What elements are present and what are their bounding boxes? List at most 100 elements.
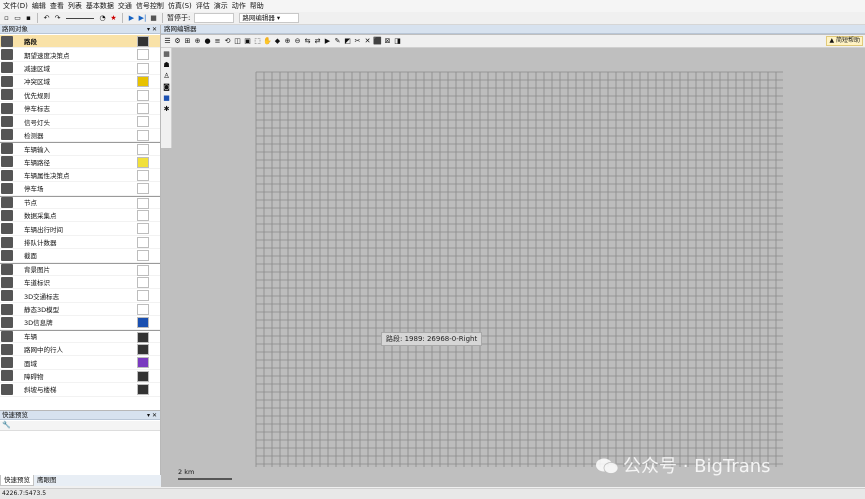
network-object-row[interactable]: 期望速度决策点 bbox=[0, 48, 160, 62]
preview-tab[interactable]: 快速预览 bbox=[0, 475, 34, 486]
network-object-row[interactable]: 面域 bbox=[0, 356, 160, 370]
network-object-row[interactable]: 信号灯头 bbox=[0, 115, 160, 129]
new-file-icon[interactable]: ▫ bbox=[2, 14, 11, 23]
preview-tab[interactable]: 鹰眼图 bbox=[34, 475, 60, 486]
editor-tool-icon[interactable]: ⇆ bbox=[303, 37, 312, 46]
walk-side-icon[interactable]: ♙ bbox=[162, 72, 171, 81]
object-color-swatch[interactable] bbox=[137, 277, 149, 289]
clock-icon[interactable]: ◔ bbox=[98, 14, 107, 23]
menu-item[interactable]: 交通 bbox=[116, 1, 134, 11]
star-icon[interactable]: ★ bbox=[109, 14, 118, 23]
object-color-swatch[interactable] bbox=[137, 116, 149, 128]
network-object-row[interactable]: 车辆出行时间 bbox=[0, 222, 160, 236]
network-object-row[interactable]: 车辆路径 bbox=[0, 156, 160, 169]
object-color-swatch[interactable] bbox=[137, 76, 149, 88]
network-object-row[interactable]: 车道标识 bbox=[0, 276, 160, 290]
editor-tool-icon[interactable]: ◩ bbox=[343, 37, 352, 46]
pin-icon[interactable]: ▾ ✕ bbox=[147, 25, 157, 34]
menu-item[interactable]: 仿真(S) bbox=[166, 1, 194, 11]
object-color-swatch[interactable] bbox=[137, 156, 149, 168]
object-color-swatch[interactable] bbox=[137, 169, 149, 181]
editor-tool-icon[interactable]: ✋ bbox=[263, 37, 272, 46]
menu-item[interactable]: 基本数据 bbox=[84, 1, 116, 11]
network-object-row[interactable]: 优先规则 bbox=[0, 89, 160, 102]
stop-icon[interactable]: ■ bbox=[149, 14, 158, 23]
object-color-swatch[interactable] bbox=[137, 129, 149, 141]
undo-icon[interactable]: ↶ bbox=[42, 14, 51, 23]
editor-tool-icon[interactable]: ⊠ bbox=[383, 37, 392, 46]
editor-tool-icon[interactable]: ⊖ bbox=[293, 37, 302, 46]
menu-item[interactable]: 演示 bbox=[212, 1, 230, 11]
object-color-swatch[interactable] bbox=[137, 223, 149, 235]
object-color-swatch[interactable] bbox=[137, 102, 149, 114]
editor-tool-icon[interactable]: ⬛ bbox=[373, 37, 382, 46]
wrench-icon[interactable]: 🔧 bbox=[2, 421, 11, 429]
menu-item[interactable]: 信号控制 bbox=[134, 1, 166, 11]
network-object-row[interactable]: 静态3D模型 bbox=[0, 303, 160, 317]
network-object-row[interactable]: 3D交通标志 bbox=[0, 289, 160, 303]
network-object-row[interactable]: 停车场 bbox=[0, 182, 160, 196]
object-color-swatch[interactable] bbox=[137, 144, 149, 156]
object-color-swatch[interactable] bbox=[137, 250, 149, 262]
network-object-row[interactable]: 斜坡与楼梯 bbox=[0, 383, 160, 397]
editor-tool-icon[interactable]: ⟲ bbox=[223, 37, 232, 46]
network-object-row[interactable]: 减速区域 bbox=[0, 62, 160, 76]
pause-at-field[interactable] bbox=[194, 13, 235, 23]
editor-tool-icon[interactable]: ⇄ bbox=[313, 37, 322, 46]
network-object-row[interactable]: 车辆属性决策点 bbox=[0, 169, 160, 183]
menu-item[interactable]: 文件(D) bbox=[1, 1, 30, 11]
menu-item[interactable]: 帮助 bbox=[248, 1, 266, 11]
object-color-swatch[interactable] bbox=[137, 384, 149, 396]
menu-item[interactable]: 编辑 bbox=[30, 1, 48, 11]
network-object-row[interactable]: 车辆 bbox=[0, 329, 160, 343]
network-object-row[interactable]: 截面 bbox=[0, 249, 160, 263]
object-color-swatch[interactable] bbox=[137, 303, 149, 315]
menu-item[interactable]: 列表 bbox=[66, 1, 84, 11]
editor-tool-icon[interactable]: ✎ bbox=[333, 37, 342, 46]
editor-tool-icon[interactable]: ✂ bbox=[353, 37, 362, 46]
editor-tool-icon[interactable]: ⊕ bbox=[283, 37, 292, 46]
pedestrian-side-icon[interactable]: ☗ bbox=[162, 61, 171, 70]
camera-side-icon[interactable]: ◙ bbox=[162, 83, 171, 92]
object-color-swatch[interactable] bbox=[137, 210, 149, 222]
object-color-swatch[interactable] bbox=[137, 89, 149, 101]
object-color-swatch[interactable] bbox=[137, 317, 149, 329]
editor-tool-icon[interactable]: ✕ bbox=[363, 37, 372, 46]
editor-tool-icon[interactable]: ◫ bbox=[233, 37, 242, 46]
object-color-swatch[interactable] bbox=[137, 236, 149, 248]
network-object-row[interactable]: 节点 bbox=[0, 195, 160, 210]
network-object-row[interactable]: 3D信息牌 bbox=[0, 316, 160, 330]
object-color-swatch[interactable] bbox=[137, 197, 149, 209]
object-color-swatch[interactable] bbox=[137, 343, 149, 355]
editor-tool-icon[interactable]: ● bbox=[203, 37, 212, 46]
mode-select[interactable]: 路网编辑器 ▾ bbox=[239, 13, 300, 23]
editor-tool-icon[interactable]: ◆ bbox=[273, 37, 282, 46]
menu-item[interactable]: 动作 bbox=[230, 1, 248, 11]
object-color-swatch[interactable] bbox=[137, 183, 149, 195]
network-object-row[interactable]: 检测器 bbox=[0, 129, 160, 143]
editor-tool-icon[interactable]: ⊕ bbox=[193, 37, 202, 46]
editor-tool-icon[interactable]: ⊞ bbox=[183, 37, 192, 46]
open-folder-icon[interactable]: ▭ bbox=[13, 14, 22, 23]
network-object-row[interactable]: 数据采集点 bbox=[0, 209, 160, 223]
object-color-swatch[interactable] bbox=[137, 331, 149, 343]
menu-item[interactable]: 查看 bbox=[48, 1, 66, 11]
editor-tool-icon[interactable]: ⚙ bbox=[173, 37, 182, 46]
object-color-swatch[interactable] bbox=[137, 357, 149, 369]
editor-tool-icon[interactable]: ≡ bbox=[213, 37, 222, 46]
object-color-swatch[interactable] bbox=[137, 290, 149, 302]
zoom-slider[interactable] bbox=[66, 17, 94, 19]
step-icon[interactable]: ▶| bbox=[138, 14, 147, 23]
object-color-swatch[interactable] bbox=[137, 49, 149, 61]
editor-tool-icon[interactable]: ▣ bbox=[243, 37, 252, 46]
pin-icon[interactable]: ▾ ✕ bbox=[147, 411, 157, 420]
network-object-row[interactable]: 背景图片 bbox=[0, 262, 160, 277]
menu-item[interactable]: 评估 bbox=[194, 1, 212, 11]
editor-tool-icon[interactable]: ⬚ bbox=[253, 37, 262, 46]
short-help-button[interactable]: ▲ 简短帮助 bbox=[826, 36, 863, 46]
network-objects-side-icon[interactable]: ▦ bbox=[162, 50, 171, 59]
network-object-row[interactable]: 路网中的行人 bbox=[0, 343, 160, 357]
network-object-row[interactable]: 冲突区域 bbox=[0, 75, 160, 89]
save-icon[interactable]: ▪ bbox=[24, 14, 33, 23]
editor-tool-icon[interactable]: ☰ bbox=[163, 37, 172, 46]
